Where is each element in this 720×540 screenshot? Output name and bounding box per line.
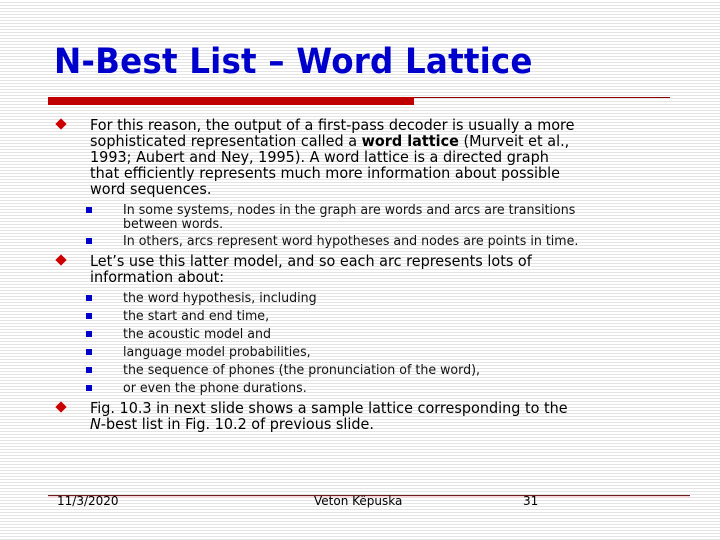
- sub-bullet-line: the acoustic model and: [123, 326, 272, 342]
- sub-bullet-line: the start and end time,: [123, 308, 270, 324]
- diamond-bullet-icon: [55, 253, 67, 266]
- italic-n: N: [90, 414, 101, 433]
- bullet-line: Let’s use this latter model, and so each…: [90, 251, 532, 270]
- slide-body: For this reason, the output of a first-p…: [54, 117, 694, 437]
- square-bullet-icon: [86, 348, 92, 355]
- bullet-line: 1993; Aubert and Ney, 1995). A word latt…: [90, 148, 549, 166]
- bullet-line: that efficiently represents much more in…: [90, 164, 560, 182]
- footer-date: 11/3/2020: [57, 494, 119, 508]
- square-bullet-icon: [86, 312, 92, 319]
- sub-bullet-arcs-hypotheses: In others, arcs represent word hypothese…: [54, 235, 694, 249]
- text-run: -best list in Fig. 10.2 of previous slid…: [100, 414, 374, 433]
- square-bullet-icon: [86, 238, 92, 244]
- bullet-line: N-best list in Fig. 10.2 of previous sli…: [90, 416, 670, 432]
- bullet-line: information about:: [90, 267, 225, 286]
- square-bullet-icon: [86, 330, 92, 337]
- square-bullet-icon: [86, 207, 92, 213]
- sub-bullet-item: the sequence of phones (the pronunciatio…: [54, 362, 694, 378]
- title-accent-bar: [48, 97, 414, 105]
- sub-bullet-line: language model probabilities,: [123, 344, 311, 360]
- sub-bullet-item: or even the phone durations.: [54, 380, 694, 396]
- sub-bullet-line: between words.: [123, 216, 224, 232]
- slide-title: N-Best List – Word Lattice: [54, 42, 533, 82]
- diamond-bullet-icon: [55, 400, 67, 413]
- bullet-latter-model: Let’s use this latter model, and so each…: [54, 253, 694, 285]
- sub-bullet-list: the word hypothesis, including the start…: [54, 290, 694, 396]
- sub-bullet-item: the word hypothesis, including: [54, 290, 694, 306]
- sub-bullet-line: In others, arcs represent word hypothese…: [123, 234, 579, 249]
- square-bullet-icon: [86, 366, 92, 373]
- sub-bullet-item: the start and end time,: [54, 308, 694, 324]
- sub-bullet-item: the acoustic model and: [54, 326, 694, 342]
- footer-page-number: 31: [523, 494, 539, 508]
- bullet-line: For this reason, the output of a first-p…: [90, 116, 575, 134]
- bullet-line: Fig. 10.3 in next slide shows a sample l…: [90, 398, 568, 417]
- sub-bullet-line: the word hypothesis, including: [123, 290, 317, 306]
- bullet-word-lattice: For this reason, the output of a first-p…: [54, 117, 694, 197]
- bullet-fig-reference: Fig. 10.3 in next slide shows a sample l…: [54, 400, 694, 432]
- square-bullet-icon: [86, 384, 92, 391]
- bullet-line: word sequences.: [90, 180, 212, 198]
- sub-bullet-line: In some systems, nodes in the graph are …: [123, 203, 576, 218]
- sub-bullet-item: language model probabilities,: [54, 344, 694, 360]
- sub-bullet-nodes-words: In some systems, nodes in the graph are …: [54, 204, 694, 231]
- footer-author: Veton Këpuska: [314, 494, 403, 508]
- bullet-line: sophisticated representation called a wo…: [90, 133, 670, 149]
- sub-bullet-line: the sequence of phones (the pronunciatio…: [123, 362, 481, 378]
- sub-bullet-line: or even the phone durations.: [123, 380, 307, 396]
- sub-bullet-list: In some systems, nodes in the graph are …: [54, 204, 694, 249]
- diamond-bullet-icon: [55, 118, 67, 130]
- square-bullet-icon: [86, 294, 92, 301]
- title-underline: [414, 97, 670, 98]
